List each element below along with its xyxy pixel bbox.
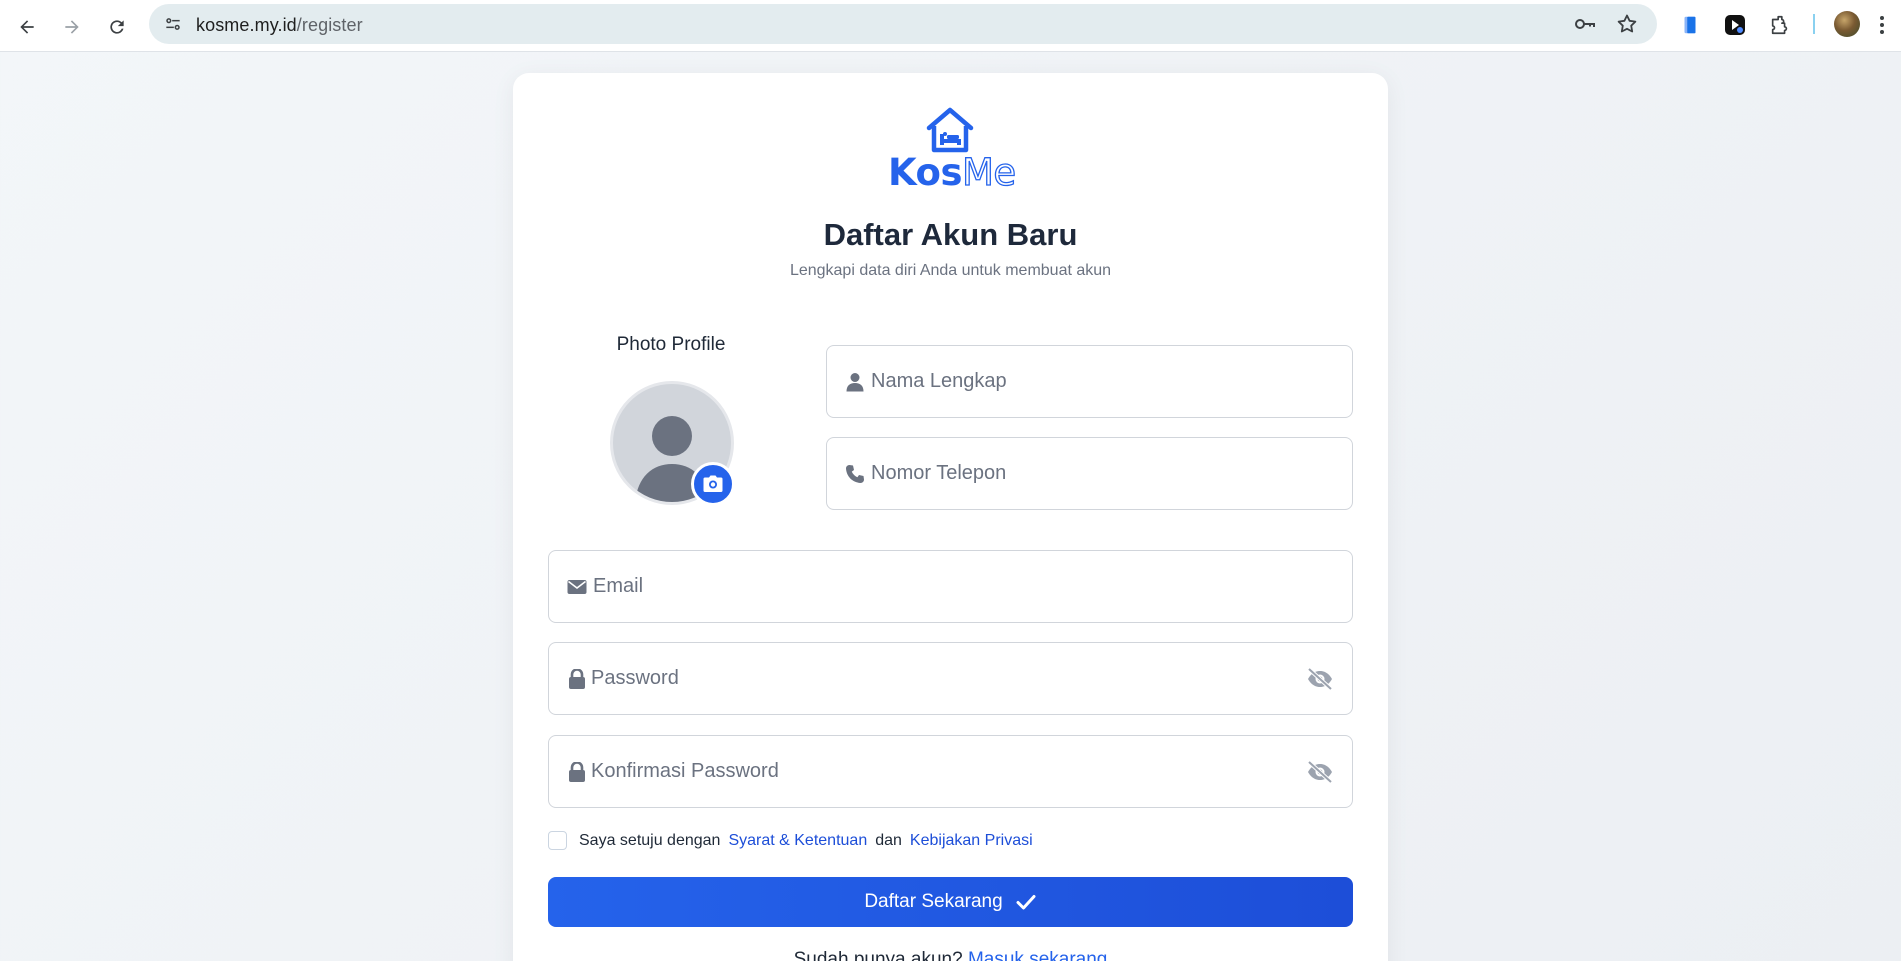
reload-icon xyxy=(110,20,124,34)
photo-profile-label: Photo Profile xyxy=(616,334,726,355)
profile-avatar[interactable] xyxy=(1834,11,1860,37)
user-icon xyxy=(846,373,864,392)
extension-icon[interactable] xyxy=(1677,12,1703,38)
forward-icon xyxy=(65,20,79,34)
lock-icon xyxy=(569,669,585,689)
phone-icon xyxy=(846,465,864,483)
upload-photo-button[interactable] xyxy=(691,462,735,506)
page-title: Daftar Akun Baru xyxy=(823,217,1078,252)
check-icon xyxy=(1016,895,1036,910)
back-button[interactable] xyxy=(9,9,45,45)
login-link[interactable]: Masuk sekarang xyxy=(968,949,1107,961)
forward-button[interactable] xyxy=(54,9,90,45)
register-card: KosMe Daftar Akun Baru Lengkapi data dir… xyxy=(513,73,1388,961)
reload-button[interactable] xyxy=(99,9,135,45)
brand-name-part2: Me xyxy=(961,150,1016,194)
agreement-joiner-text: dan xyxy=(875,831,902,849)
confirm-password-field[interactable] xyxy=(548,735,1353,808)
envelope-icon xyxy=(567,580,587,594)
register-submit-button[interactable]: Daftar Sekarang xyxy=(548,877,1353,927)
password-key-icon[interactable] xyxy=(1573,12,1597,36)
terms-agreement: Saya setuju dengan Syarat & Ketentuan da… xyxy=(548,831,1033,850)
camera-icon xyxy=(703,475,723,492)
lock-icon xyxy=(569,762,585,782)
url-host: kosme.my.id xyxy=(196,15,297,35)
login-prompt-text: Sudah punya akun? xyxy=(793,949,963,961)
terms-checkbox[interactable] xyxy=(548,831,567,850)
bookmark-star-icon[interactable] xyxy=(1615,12,1639,36)
agreement-prefix-text: Saya setuju dengan xyxy=(579,831,721,849)
submit-label: Daftar Sekarang xyxy=(864,891,1003,912)
privacy-link[interactable]: Kebijakan Privasi xyxy=(910,832,1033,850)
eye-slash-icon[interactable] xyxy=(1306,667,1334,691)
toolbar-divider xyxy=(1813,14,1815,34)
menu-icon[interactable] xyxy=(1874,12,1890,38)
phone-field[interactable] xyxy=(826,437,1353,510)
email-input[interactable] xyxy=(593,575,1236,598)
full-name-input[interactable] xyxy=(871,370,1291,393)
url-path: /register xyxy=(296,15,363,35)
brand-name-part1: Kos xyxy=(888,151,962,194)
email-field[interactable] xyxy=(548,550,1353,623)
password-field[interactable] xyxy=(548,642,1353,715)
full-name-field[interactable] xyxy=(826,345,1353,418)
eye-slash-icon[interactable] xyxy=(1306,760,1334,784)
kosme-logo: KosMe xyxy=(885,107,1017,199)
terms-link[interactable]: Syarat & Ketentuan xyxy=(728,832,867,850)
brand-wordmark: KosMe xyxy=(888,150,1017,194)
address-bar[interactable]: kosme.my.id/register xyxy=(149,4,1657,44)
extensions-puzzle-icon[interactable] xyxy=(1767,12,1793,38)
house-bed-icon xyxy=(926,107,974,153)
site-info-icon[interactable] xyxy=(163,14,183,34)
page-subtitle: Lengkapi data diri Anda untuk membuat ak… xyxy=(789,262,1112,279)
url-text[interactable]: kosme.my.id/register xyxy=(196,15,363,36)
phone-input[interactable] xyxy=(871,462,1291,485)
confirm-password-input[interactable] xyxy=(591,760,1234,783)
password-input[interactable] xyxy=(591,667,1234,690)
browser-toolbar: kosme.my.id/register xyxy=(0,0,1901,52)
back-icon xyxy=(20,20,34,34)
login-prompt: Sudah punya akun? Masuk sekarang xyxy=(513,949,1388,961)
extension-icon[interactable] xyxy=(1722,12,1748,38)
